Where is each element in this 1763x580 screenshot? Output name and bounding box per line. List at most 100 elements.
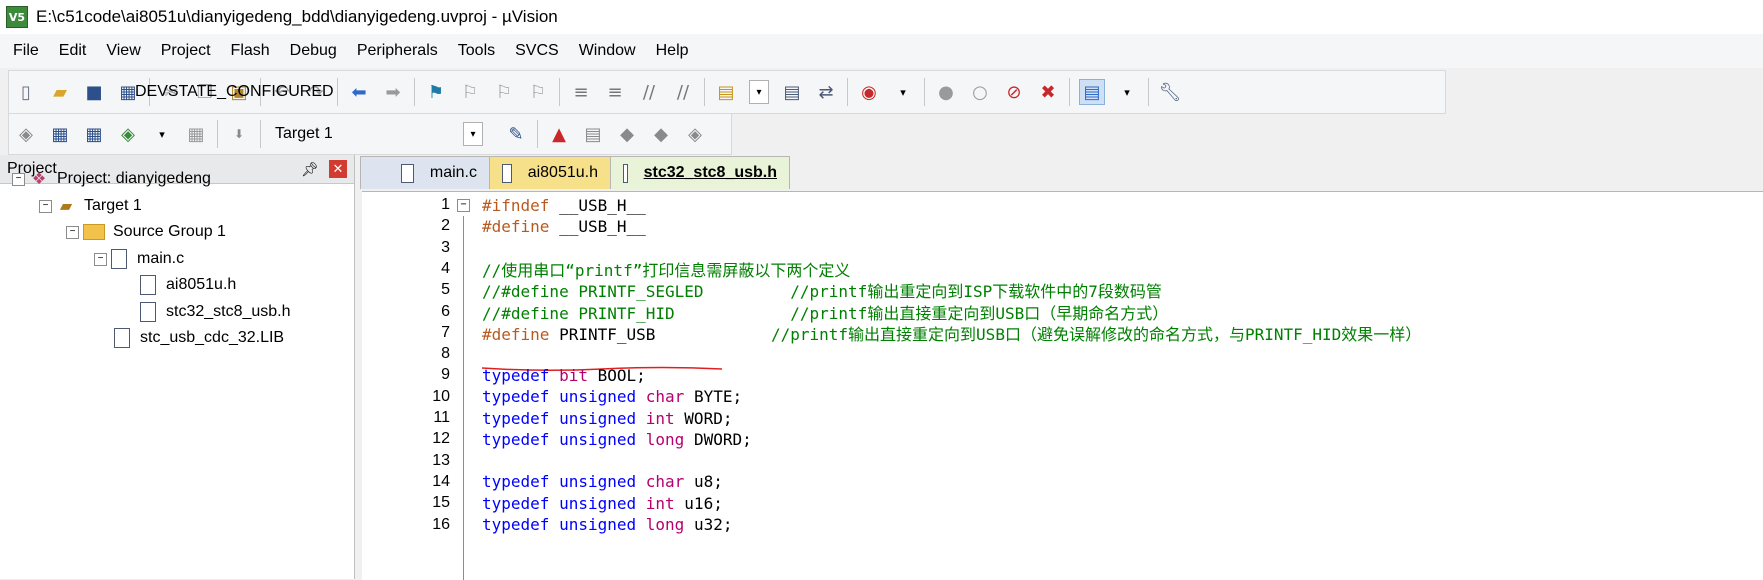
chevron-down-icon[interactable]: ▾	[749, 80, 769, 104]
layout-dropdown-icon[interactable]: ▾	[1115, 80, 1139, 104]
fold-toggle-icon[interactable]: −	[457, 198, 470, 212]
line-number: 2	[441, 217, 450, 235]
menu-help[interactable]: Help	[644, 42, 697, 60]
clear-bookmarks-icon[interactable]: ⚐	[526, 80, 550, 104]
find-icon[interactable]: ▤	[780, 80, 804, 104]
menu-file[interactable]: File	[0, 42, 47, 60]
code-text: typedef unsigned long u32;	[482, 515, 732, 534]
menu-edit[interactable]: Edit	[47, 42, 95, 60]
uncomment-icon[interactable]: //	[671, 80, 695, 104]
tree-item-project[interactable]: − ❖ Project: dianyigedeng	[12, 165, 211, 193]
code-text: typedef unsigned int u16;	[482, 494, 723, 513]
debug-dropdown-icon[interactable]: ▾	[891, 80, 915, 104]
select-packs-icon[interactable]: ▤	[581, 122, 605, 146]
chevron-down-icon[interactable]: ▾	[463, 122, 483, 146]
code-token: unsigned	[559, 472, 646, 492]
tree-item-stc-usb-cdc-lib[interactable]: stc_usb_cdc_32.LIB	[114, 324, 284, 352]
translate-icon[interactable]: ◈	[14, 122, 38, 146]
tree-item-label: main.c	[137, 250, 185, 267]
tree-item-ai8051u-h[interactable]: ai8051u.h	[140, 271, 236, 299]
debug-session-icon[interactable]: ◉	[857, 80, 881, 104]
comment-icon[interactable]: //	[637, 80, 661, 104]
toolbar-separator	[537, 120, 538, 148]
manage-rte-icon[interactable]: ◆	[615, 122, 639, 146]
insert-breakpoint-icon[interactable]: ●	[934, 80, 958, 104]
collapse-icon[interactable]: −	[94, 252, 107, 266]
target-icon: ▰	[59, 198, 73, 215]
code-text: #define __USB_H__	[482, 217, 646, 236]
code-token: unsigned	[559, 387, 646, 407]
menu-svcs[interactable]: SVCS	[503, 42, 567, 60]
enable-breakpoint-icon[interactable]: ○	[968, 80, 992, 104]
pack-installer-icon[interactable]: ◆	[649, 122, 673, 146]
menu-project[interactable]: Project	[149, 42, 219, 60]
tab-main-c[interactable]: main.c	[360, 156, 490, 189]
window-title: E:\c51code\ai8051u\dianyigedeng_bdd\dian…	[36, 7, 558, 26]
batch-dropdown-icon[interactable]: ▾	[150, 122, 174, 146]
tab-label: stc32_stc8_usb.h	[643, 164, 777, 181]
stop-build-icon[interactable]: ▦	[184, 122, 208, 146]
disable-breakpoints-icon[interactable]: ⊘	[1002, 80, 1026, 104]
bookmark-icon[interactable]: ⚑	[424, 80, 448, 104]
toolbar-separator	[704, 78, 705, 106]
line-number: 16	[432, 515, 450, 533]
code-token: u32;	[693, 515, 733, 534]
configure-icon[interactable]: 🔧︎	[1158, 80, 1182, 104]
code-token: typedef	[482, 493, 560, 513]
code-token: BOOL;	[597, 365, 646, 385]
file-icon	[502, 163, 512, 183]
unindent-icon[interactable]: ≡	[603, 80, 627, 104]
navigate-forward-icon[interactable]: ➡	[381, 80, 405, 104]
tree-item-target[interactable]: − ▰ Target 1	[39, 192, 142, 220]
code-token: WORD;	[684, 408, 733, 428]
line-number: 5	[441, 281, 450, 299]
target-options-icon[interactable]: ✎	[504, 122, 528, 146]
indent-icon[interactable]: ≡	[569, 80, 593, 104]
menu-view[interactable]: View	[94, 42, 148, 60]
close-icon[interactable]: ✕	[329, 160, 347, 178]
new-file-icon[interactable]: ▯	[14, 80, 38, 104]
open-file-icon[interactable]: ▰	[48, 80, 72, 104]
next-bookmark-icon[interactable]: ⚐	[492, 80, 516, 104]
code-line[interactable]: 16 typedef unsigned long u32;	[362, 513, 1763, 537]
config-combo-value: DEVSTATE_CONFIGURED	[135, 83, 334, 100]
prev-bookmark-icon[interactable]: ⚐	[458, 80, 482, 104]
incremental-find-icon[interactable]: ⇄	[814, 80, 838, 104]
line-number: 15	[432, 494, 450, 512]
window-layout-icon[interactable]: ▤	[1079, 79, 1105, 105]
code-token: unsigned	[559, 429, 646, 449]
collapse-icon[interactable]: −	[39, 199, 52, 213]
menu-tools[interactable]: Tools	[446, 42, 503, 60]
tree-item-source-group[interactable]: − Source Group 1	[66, 218, 226, 246]
target-combo[interactable]: Target 1 ▾	[275, 121, 489, 147]
tree-item-stc32-stc8-usb-h[interactable]: stc32_stc8_usb.h	[140, 298, 291, 326]
menu-peripherals[interactable]: Peripherals	[345, 42, 446, 60]
code-token: __USB_H__	[559, 216, 646, 236]
find-in-files-icon[interactable]: ▤	[714, 80, 738, 104]
build-icon[interactable]: ▦	[48, 122, 72, 146]
menu-flash[interactable]: Flash	[219, 42, 278, 60]
manage-components-icon[interactable]: ▲	[547, 122, 571, 146]
navigate-back-icon[interactable]: ⬅	[347, 80, 371, 104]
file-icon	[140, 275, 156, 295]
tab-stc32-stc8-usb-h[interactable]: stc32_stc8_usb.h	[610, 156, 790, 189]
menu-window[interactable]: Window	[567, 42, 644, 60]
code-token: typedef	[482, 515, 560, 534]
collapse-icon[interactable]: −	[12, 172, 25, 186]
line-number: 12	[432, 430, 450, 448]
device-database-icon[interactable]: ◈	[683, 122, 707, 146]
menu-debug[interactable]: Debug	[278, 42, 345, 60]
tab-ai8051u-h[interactable]: ai8051u.h	[489, 156, 611, 189]
save-icon[interactable]: ■	[82, 80, 106, 104]
code-token: #define	[482, 216, 560, 236]
file-icon	[111, 249, 127, 269]
download-load-icon[interactable]: ⬇	[227, 122, 251, 146]
batch-build-icon[interactable]: ◈	[116, 122, 140, 146]
tree-item-main-c[interactable]: − main.c	[94, 245, 184, 273]
rebuild-icon[interactable]: ▦	[82, 122, 106, 146]
collapse-icon[interactable]: −	[66, 225, 79, 239]
code-editor[interactable]: 1− #ifndef __USB_H__ 2 #define __USB_H__ 3 4 /…	[362, 191, 1763, 580]
kill-breakpoints-icon[interactable]: ✖	[1036, 80, 1060, 104]
config-combo[interactable]: DEVSTATE_CONFIGURED ▾	[135, 79, 769, 105]
pin-icon[interactable]: 📌︎	[301, 161, 319, 178]
